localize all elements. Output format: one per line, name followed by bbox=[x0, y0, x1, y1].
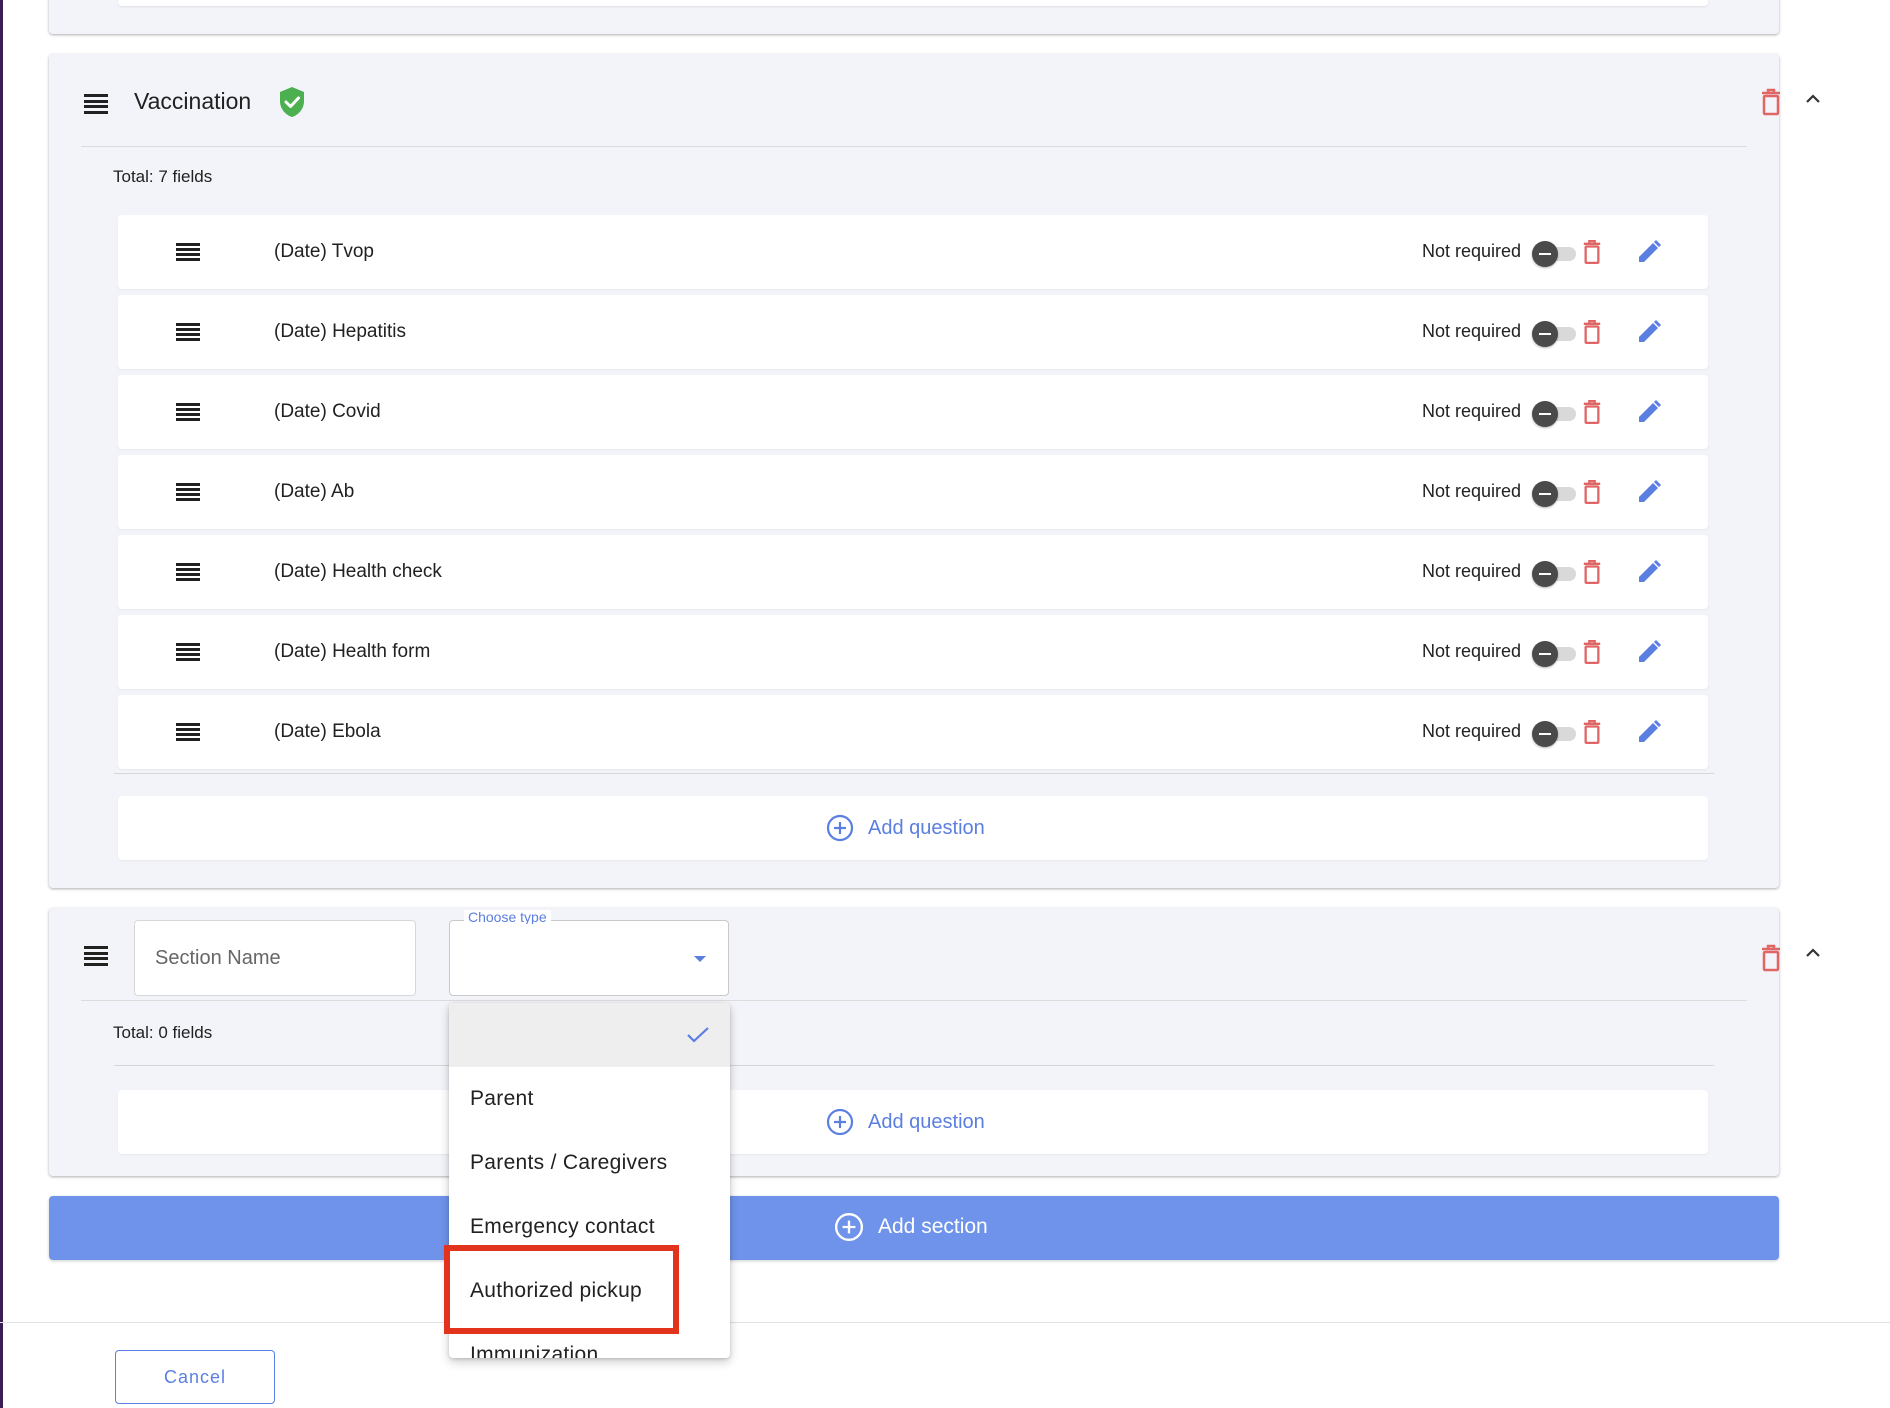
delete-section-icon[interactable] bbox=[1760, 944, 1782, 972]
add-circle-icon bbox=[826, 1108, 854, 1136]
previous-section-card bbox=[49, 0, 1779, 34]
edit-field-icon[interactable] bbox=[1636, 719, 1662, 745]
edit-field-icon[interactable] bbox=[1636, 399, 1662, 425]
required-label: Not required bbox=[1422, 241, 1522, 261]
edit-field-icon[interactable] bbox=[1636, 559, 1662, 585]
collapse-chevron-up-icon[interactable] bbox=[1804, 946, 1822, 960]
dropdown-arrow-icon bbox=[694, 956, 706, 962]
field-row: (Date) Hepatitis Not required bbox=[118, 295, 1708, 369]
drag-handle-icon[interactable] bbox=[176, 723, 200, 741]
required-label: Not required bbox=[1422, 481, 1522, 501]
footer-divider bbox=[0, 1322, 1890, 1323]
required-label: Not required bbox=[1422, 561, 1522, 581]
field-row: (Date) Health check Not required bbox=[118, 535, 1708, 609]
required-toggle[interactable] bbox=[1532, 399, 1580, 427]
field-label: (Date) Tvop bbox=[274, 241, 374, 262]
delete-field-icon[interactable] bbox=[1582, 319, 1602, 345]
drag-handle-icon[interactable] bbox=[176, 643, 200, 661]
required-label: Not required bbox=[1422, 321, 1522, 341]
delete-field-icon[interactable] bbox=[1582, 639, 1602, 665]
field-label: (Date) Hepatitis bbox=[274, 321, 406, 342]
dropdown-option-parent[interactable]: Parent bbox=[449, 1067, 730, 1131]
drag-handle-icon[interactable] bbox=[84, 946, 108, 966]
type-dropdown-menu: Parent Parents / Caregivers Emergency co… bbox=[449, 1003, 730, 1358]
add-circle-icon bbox=[826, 814, 854, 842]
shield-check-icon bbox=[280, 87, 304, 117]
drag-handle-icon[interactable] bbox=[176, 483, 200, 501]
delete-field-icon[interactable] bbox=[1582, 559, 1602, 585]
add-question-label: Add question bbox=[868, 1110, 985, 1133]
dropdown-option-parents-caregivers[interactable]: Parents / Caregivers bbox=[449, 1131, 730, 1195]
previous-section-add-question-row bbox=[118, 0, 1708, 6]
field-label: (Date) Health form bbox=[274, 641, 431, 662]
delete-section-icon[interactable] bbox=[1760, 88, 1782, 116]
cancel-button[interactable]: Cancel bbox=[115, 1350, 275, 1404]
new-section-card: Choose type Total: 0 fields Add question bbox=[49, 908, 1820, 1176]
required-label: Not required bbox=[1422, 401, 1522, 421]
drag-handle-icon[interactable] bbox=[84, 94, 108, 114]
drag-handle-icon[interactable] bbox=[176, 323, 200, 341]
delete-field-icon[interactable] bbox=[1582, 399, 1602, 425]
required-toggle[interactable] bbox=[1532, 239, 1580, 267]
field-label: (Date) Health check bbox=[274, 561, 442, 582]
field-row: (Date) Ebola Not required bbox=[118, 695, 1708, 769]
edit-field-icon[interactable] bbox=[1636, 639, 1662, 665]
field-label: (Date) Covid bbox=[274, 401, 381, 422]
edit-field-icon[interactable] bbox=[1636, 319, 1662, 345]
add-section-label: Add section bbox=[878, 1215, 988, 1238]
field-row: (Date) Tvop Not required bbox=[118, 215, 1708, 289]
choose-type-select[interactable]: Choose type bbox=[449, 910, 729, 996]
field-row: (Date) Health form Not required bbox=[118, 615, 1708, 689]
dropdown-option-emergency-contact[interactable]: Emergency contact bbox=[449, 1195, 730, 1259]
edit-field-icon[interactable] bbox=[1636, 239, 1662, 265]
required-toggle[interactable] bbox=[1532, 479, 1580, 507]
fields-divider bbox=[114, 773, 1714, 774]
add-circle-icon bbox=[834, 1212, 864, 1242]
window-left-edge bbox=[0, 0, 3, 1408]
field-row: (Date) Ab Not required bbox=[118, 455, 1708, 529]
add-question-button[interactable]: Add question bbox=[118, 1090, 1708, 1154]
section-divider bbox=[81, 146, 1747, 147]
section-title: Vaccination bbox=[134, 88, 252, 114]
delete-field-icon[interactable] bbox=[1582, 479, 1602, 505]
field-row: (Date) Covid Not required bbox=[118, 375, 1708, 449]
total-fields: Total: 0 fields bbox=[113, 1023, 213, 1042]
required-label: Not required bbox=[1422, 721, 1522, 741]
required-toggle[interactable] bbox=[1532, 719, 1580, 747]
required-toggle[interactable] bbox=[1532, 559, 1580, 587]
delete-field-icon[interactable] bbox=[1582, 239, 1602, 265]
edit-field-icon[interactable] bbox=[1636, 479, 1662, 505]
drag-handle-icon[interactable] bbox=[176, 243, 200, 261]
add-question-button[interactable]: Add question bbox=[118, 796, 1708, 860]
collapse-chevron-up-icon[interactable] bbox=[1804, 92, 1822, 106]
section-divider bbox=[81, 1000, 1747, 1001]
total-fields: Total: 7 fields bbox=[113, 167, 213, 186]
required-label: Not required bbox=[1422, 641, 1522, 661]
vaccination-section-card: Vaccination Total: 7 fields (Date) Tvop … bbox=[49, 54, 1820, 888]
field-label: (Date) Ebola bbox=[274, 721, 381, 742]
delete-field-icon[interactable] bbox=[1582, 719, 1602, 745]
drag-handle-icon[interactable] bbox=[176, 403, 200, 421]
dropdown-option-immunization[interactable]: Immunization bbox=[449, 1323, 730, 1358]
add-section-button[interactable]: Add section bbox=[49, 1196, 1779, 1260]
drag-handle-icon[interactable] bbox=[176, 563, 200, 581]
fields-divider bbox=[114, 1065, 1714, 1066]
field-label: (Date) Ab bbox=[274, 481, 355, 502]
dropdown-option-authorized-pickup[interactable]: Authorized pickup bbox=[449, 1259, 730, 1323]
dropdown-option-empty[interactable] bbox=[449, 1003, 730, 1067]
choose-type-label: Choose type bbox=[464, 910, 551, 924]
section-name-input[interactable] bbox=[134, 920, 416, 996]
required-toggle[interactable] bbox=[1532, 319, 1580, 347]
check-icon bbox=[687, 1027, 709, 1043]
required-toggle[interactable] bbox=[1532, 639, 1580, 667]
add-question-label: Add question bbox=[868, 816, 985, 839]
